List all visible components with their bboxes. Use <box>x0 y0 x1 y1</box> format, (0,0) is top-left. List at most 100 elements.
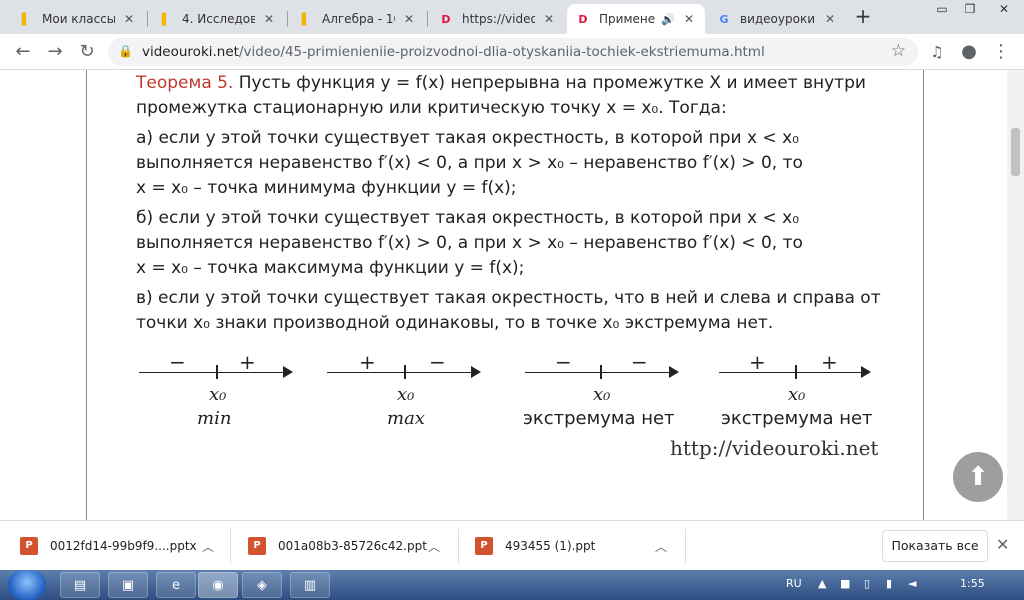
chrome-icon[interactable]: ◉ <box>198 572 238 598</box>
back-arrow-icon[interactable]: ← <box>12 41 34 63</box>
download-filename: 001a08b3-85726c42.ppt <box>278 539 427 553</box>
watermark: http://videouroki.net <box>670 436 879 460</box>
point-label: x₀ <box>593 384 611 405</box>
tab-videouroki-url[interactable]: D https://videou ✕ <box>430 4 565 34</box>
theorem-text: Пусть функция y = f(x) непрерывна на про… <box>233 73 866 93</box>
menu-kebab-icon[interactable]: ⋮ <box>990 41 1012 63</box>
show-all-downloads-button[interactable]: Показать все <box>882 530 988 562</box>
tab-strip: ▌ Мои классы ✕ ▌ 4. Исследован ✕ ▌ Алгеб… <box>0 0 1024 34</box>
internet-explorer-icon[interactable]: e <box>156 572 196 598</box>
download-filename: 493455 (1).ppt <box>505 539 596 553</box>
close-tab-icon[interactable]: ✕ <box>401 12 417 26</box>
restore-button[interactable]: ❐ <box>956 0 984 20</box>
theorem-label: Теорема 5. <box>136 73 234 93</box>
scroll-to-top-button[interactable]: ⬆ <box>953 452 1003 502</box>
start-button[interactable] <box>8 570 46 600</box>
vertical-scrollbar[interactable] <box>1007 70 1024 520</box>
case-b-line-2: выполняется неравенство f′(x) > 0, а при… <box>136 233 803 253</box>
left-sign: − <box>169 350 186 374</box>
download-separator <box>685 529 686 563</box>
arrow-icon <box>861 366 871 378</box>
language-indicator[interactable]: RU <box>786 577 802 590</box>
tab-algebra[interactable]: ▌ Алгебра - 10 к ✕ <box>290 4 425 34</box>
tick-mark <box>404 365 406 379</box>
arrow-icon <box>283 366 293 378</box>
point-label: x₀ <box>397 384 415 405</box>
close-tab-icon[interactable]: ✕ <box>681 12 697 26</box>
address-bar[interactable]: 🔒 videouroki.net/video/45-primienieniie-… <box>108 38 918 66</box>
close-tab-icon[interactable]: ✕ <box>261 12 277 26</box>
app-icon[interactable]: ◈ <box>242 572 282 598</box>
right-sign: − <box>429 350 446 374</box>
device-icon[interactable]: ▯ <box>864 577 870 590</box>
tab-issledovanie[interactable]: ▌ 4. Исследован ✕ <box>150 4 285 34</box>
download-item[interactable]: P 493455 (1).ppt ︿ <box>475 531 675 561</box>
download-item[interactable]: P 001a08b3-85726c42.ppt ︿ <box>248 531 448 561</box>
tick-mark <box>600 365 602 379</box>
download-separator <box>458 529 459 563</box>
close-tab-icon[interactable]: ✕ <box>822 12 838 26</box>
camera-icon[interactable]: ■ <box>840 577 850 590</box>
reload-icon[interactable]: ↻ <box>76 41 98 63</box>
left-sign: + <box>359 350 376 374</box>
arrow-icon <box>471 366 481 378</box>
winrar-icon[interactable]: ▥ <box>290 572 330 598</box>
speaker-icon[interactable]: 🔊 <box>661 13 675 26</box>
tick-mark <box>216 365 218 379</box>
google-icon: G <box>719 12 729 26</box>
yellow-bookmark-icon: ▌ <box>301 12 311 26</box>
app-icon[interactable]: ▣ <box>108 572 148 598</box>
tab-title: Мои классы <box>42 12 115 26</box>
tab-title: 4. Исследован <box>182 12 255 26</box>
browser-toolbar: ← → ↻ 🔒 videouroki.net/video/45-primieni… <box>0 34 1024 70</box>
chevron-up-icon[interactable]: ︿ <box>428 538 440 555</box>
chevron-up-icon[interactable]: ︿ <box>655 538 667 555</box>
network-icon[interactable]: ▮ <box>886 577 892 590</box>
windows-taskbar: ▤ ▣ e ◉ ◈ ▥ RU ▲ ■ ▯ ▮ ◄ 1:55 <box>0 570 1024 600</box>
number-line <box>719 372 863 373</box>
show-hidden-icons-icon[interactable]: ▲ <box>818 577 826 590</box>
case-a-line-3: x = x₀ – точка минимума функции y = f(x)… <box>136 178 517 198</box>
tab-title: видеоуроки т <box>740 12 816 26</box>
extremum-label: экстремума нет <box>721 408 873 429</box>
file-explorer-icon[interactable]: ▤ <box>60 572 100 598</box>
case-b-line-3: x = x₀ – точка максимума функции y = f(x… <box>136 258 525 278</box>
close-tab-icon[interactable]: ✕ <box>121 12 137 26</box>
close-tab-icon[interactable]: ✕ <box>541 12 557 26</box>
download-item[interactable]: P 0012fd14-99b9f9....pptx ︿ <box>20 531 220 561</box>
tab-moi-klassy[interactable]: ▌ Мои классы ✕ <box>10 4 145 34</box>
video-slide: Теорема 5. Пусть функция y = f(x) непрер… <box>86 70 924 520</box>
new-tab-button[interactable]: + <box>852 6 874 28</box>
close-window-button[interactable]: ✕ <box>986 0 1022 20</box>
extremum-label: экстремума нет <box>523 408 675 429</box>
tab-separator <box>287 11 288 27</box>
number-line <box>525 372 671 373</box>
powerpoint-file-icon: P <box>248 537 266 555</box>
download-filename: 0012fd14-99b9f9....pptx <box>50 539 197 553</box>
left-sign: + <box>749 350 766 374</box>
media-control-icon[interactable]: ♫ <box>926 41 948 63</box>
theorem-line-2: промежутка стационарную или критическую … <box>136 98 727 118</box>
profile-avatar-icon[interactable]: ● <box>958 41 980 63</box>
downloads-bar: P 0012fd14-99b9f9....pptx ︿ P 001a08b3-8… <box>0 520 1024 570</box>
tab-separator <box>147 11 148 27</box>
left-sign: − <box>555 350 572 374</box>
powerpoint-file-icon: P <box>475 537 493 555</box>
extremum-label: max <box>387 408 425 429</box>
bookmark-star-icon[interactable]: ☆ <box>891 41 906 61</box>
extremum-label: min <box>197 408 232 429</box>
tab-google-search[interactable]: G видеоуроки т ✕ <box>708 4 846 34</box>
tick-mark <box>795 365 797 379</box>
forward-arrow-icon[interactable]: → <box>44 41 66 63</box>
tab-title: Алгебра - 10 к <box>322 12 395 26</box>
tab-primenenie-active[interactable]: D Примене 🔊 ✕ <box>567 4 705 34</box>
clock[interactable]: 1:55 <box>960 577 985 590</box>
minimize-button[interactable]: ▭ <box>928 0 956 20</box>
chevron-up-icon[interactable]: ︿ <box>202 538 214 555</box>
url-text[interactable]: videouroki.net/video/45-primienieniie-pr… <box>142 44 765 60</box>
scrollbar-thumb[interactable] <box>1011 128 1020 176</box>
case-a-line-2: выполняется неравенство f′(x) < 0, а при… <box>136 153 803 173</box>
close-downloads-icon[interactable]: ✕ <box>996 535 1009 554</box>
volume-muted-icon[interactable]: ◄ <box>908 577 916 590</box>
right-sign: + <box>821 350 838 374</box>
